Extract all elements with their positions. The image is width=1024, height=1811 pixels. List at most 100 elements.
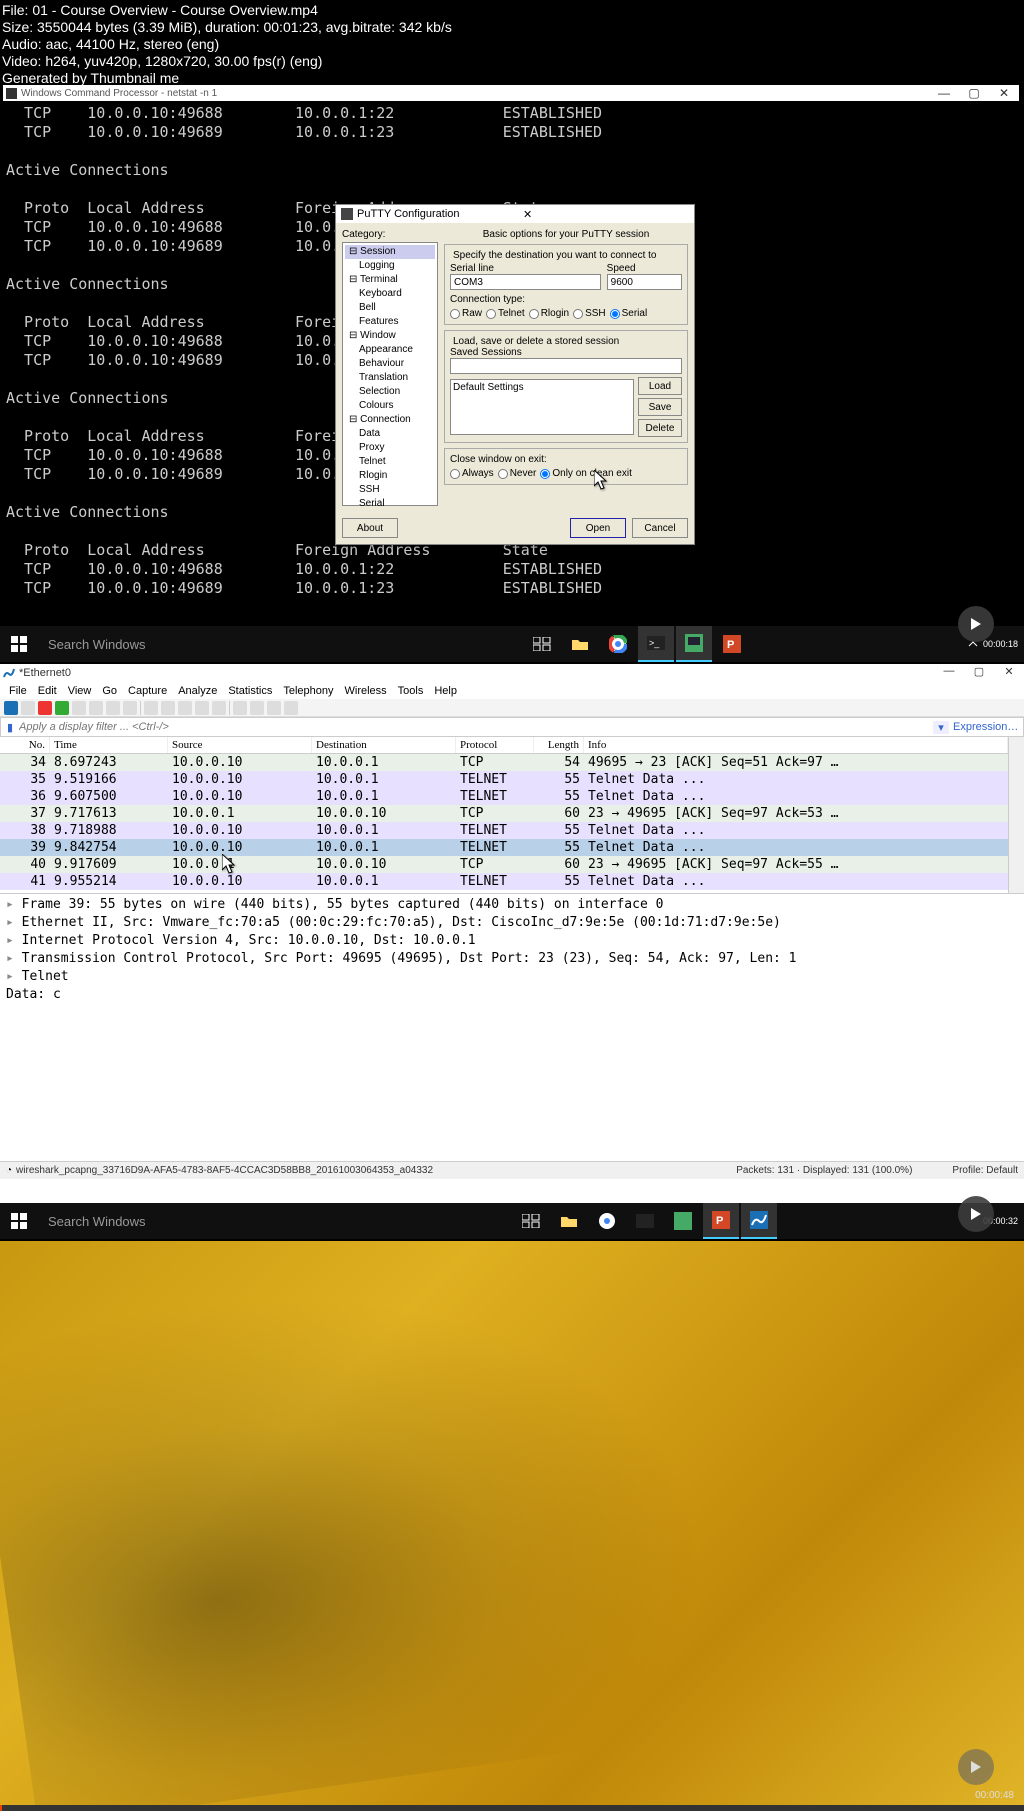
- detail-line[interactable]: ▸ Frame 39: 55 bytes on wire (440 bits),…: [6, 896, 1018, 914]
- cmd-taskbar-icon[interactable]: >_: [638, 626, 674, 662]
- toolbar-icon[interactable]: [161, 701, 175, 715]
- start-button[interactable]: [0, 626, 38, 662]
- chrome-icon[interactable]: [589, 1203, 625, 1239]
- close-opt-radio[interactable]: Always: [450, 468, 494, 479]
- packet-row[interactable]: 419.95521410.0.0.1010.0.0.1TELNET55Telne…: [0, 873, 1008, 890]
- toolbar-icon[interactable]: [89, 701, 103, 715]
- packet-list-header[interactable]: No.TimeSourceDestinationProtocolLengthIn…: [0, 737, 1008, 754]
- column-header[interactable]: Destination: [312, 737, 456, 753]
- toolbar-icon[interactable]: [38, 701, 52, 715]
- toolbar-icon[interactable]: [106, 701, 120, 715]
- tree-node[interactable]: Features: [345, 315, 435, 329]
- close-opt-radio[interactable]: Only on clean exit: [540, 468, 632, 479]
- minimize-button[interactable]: —: [934, 665, 964, 681]
- packet-row[interactable]: 399.84275410.0.0.1010.0.0.1TELNET55Telne…: [0, 839, 1008, 856]
- task-view-icon[interactable]: [513, 1203, 549, 1239]
- toolbar-icon[interactable]: [250, 701, 264, 715]
- menu-item[interactable]: File: [4, 685, 32, 697]
- video-play-badge[interactable]: [958, 1196, 994, 1232]
- tree-node[interactable]: Translation: [345, 371, 435, 385]
- toolbar-icon[interactable]: [178, 701, 192, 715]
- tree-node[interactable]: ⊟ Session: [345, 245, 435, 259]
- menu-item[interactable]: Analyze: [173, 685, 222, 697]
- sessions-list[interactable]: Default Settings: [450, 379, 634, 435]
- toolbar-icon[interactable]: [21, 701, 35, 715]
- file-explorer-icon[interactable]: [562, 626, 598, 662]
- menu-item[interactable]: Go: [97, 685, 122, 697]
- column-header[interactable]: Protocol: [456, 737, 534, 753]
- toolbar-icon[interactable]: [144, 701, 158, 715]
- putty-taskbar-icon[interactable]: [676, 626, 712, 662]
- tree-node[interactable]: Data: [345, 427, 435, 441]
- toolbar-icon[interactable]: [233, 701, 247, 715]
- start-button[interactable]: [0, 1203, 38, 1239]
- dialog-titlebar[interactable]: PuTTY Configuration ✕: [336, 205, 694, 223]
- detail-line[interactable]: ▸ Transmission Control Protocol, Src Por…: [6, 950, 1018, 968]
- column-header[interactable]: Info: [584, 737, 1008, 753]
- toolbar-icon[interactable]: [123, 701, 137, 715]
- packet-row[interactable]: 379.71761310.0.0.110.0.0.10TCP6023 → 496…: [0, 805, 1008, 822]
- tree-node[interactable]: Colours: [345, 399, 435, 413]
- menu-item[interactable]: Wireless: [340, 685, 392, 697]
- column-header[interactable]: Length: [534, 737, 584, 753]
- toolbar-icon[interactable]: [55, 701, 69, 715]
- taskbar-search[interactable]: Search Windows: [38, 626, 308, 662]
- taskbar-search[interactable]: Search Windows: [38, 1203, 308, 1239]
- tree-node[interactable]: Telnet: [345, 455, 435, 469]
- packet-row[interactable]: 369.60750010.0.0.1010.0.0.1TELNET55Telne…: [0, 788, 1008, 805]
- tree-node[interactable]: Appearance: [345, 343, 435, 357]
- packet-row[interactable]: 389.71898810.0.0.1010.0.0.1TELNET55Telne…: [0, 822, 1008, 839]
- chrome-icon[interactable]: [600, 626, 636, 662]
- status-profile[interactable]: Profile: Default: [952, 1165, 1018, 1176]
- toolbar-icon[interactable]: [267, 701, 281, 715]
- toolbar-icon[interactable]: [195, 701, 209, 715]
- tree-node[interactable]: Behaviour: [345, 357, 435, 371]
- close-icon[interactable]: ✕: [523, 208, 689, 221]
- conn-type-radio[interactable]: Telnet: [486, 308, 525, 319]
- close-button[interactable]: ✕: [994, 665, 1024, 681]
- filter-icon[interactable]: ▮: [1, 718, 19, 736]
- conn-type-radio[interactable]: Rlogin: [529, 308, 569, 319]
- menu-item[interactable]: Statistics: [223, 685, 277, 697]
- save-button[interactable]: Save: [638, 398, 682, 416]
- tree-node[interactable]: ⊟ Terminal: [345, 273, 435, 287]
- session-name-input[interactable]: [450, 358, 682, 374]
- filter-input[interactable]: [19, 721, 933, 733]
- detail-line[interactable]: ▸ Telnet: [6, 968, 1018, 986]
- column-header[interactable]: Source: [168, 737, 312, 753]
- tree-node[interactable]: Selection: [345, 385, 435, 399]
- tree-node[interactable]: Serial: [345, 497, 435, 511]
- putty-taskbar-icon[interactable]: [665, 1203, 701, 1239]
- menu-item[interactable]: Edit: [33, 685, 62, 697]
- toolbar-icon[interactable]: [4, 701, 18, 715]
- detail-line[interactable]: ▸ Internet Protocol Version 4, Src: 10.0…: [6, 932, 1018, 950]
- packet-row[interactable]: 359.51916610.0.0.1010.0.0.1TELNET55Telne…: [0, 771, 1008, 788]
- conn-type-radio[interactable]: Serial: [610, 308, 648, 319]
- toolbar-icon[interactable]: [212, 701, 226, 715]
- minimize-button[interactable]: —: [929, 86, 959, 101]
- file-explorer-icon[interactable]: [551, 1203, 587, 1239]
- menu-item[interactable]: Help: [429, 685, 462, 697]
- tree-node[interactable]: ⊟ Window: [345, 329, 435, 343]
- tree-node[interactable]: Logging: [345, 259, 435, 273]
- maximize-button[interactable]: ▢: [959, 86, 989, 101]
- packet-list-scrollbar[interactable]: [1008, 737, 1024, 893]
- video-progress-bar[interactable]: [0, 1805, 1024, 1811]
- menu-item[interactable]: View: [63, 685, 97, 697]
- cmd-taskbar-icon[interactable]: [627, 1203, 663, 1239]
- tree-node[interactable]: Proxy: [345, 441, 435, 455]
- wireshark-taskbar-icon[interactable]: [741, 1203, 777, 1239]
- category-tree[interactable]: ⊟ SessionLogging⊟ TerminalKeyboardBellFe…: [342, 242, 438, 506]
- column-header[interactable]: Time: [50, 737, 168, 753]
- close-button[interactable]: ✕: [989, 86, 1019, 101]
- column-header[interactable]: No.: [0, 737, 50, 753]
- tree-node[interactable]: Rlogin: [345, 469, 435, 483]
- powerpoint-icon[interactable]: P: [703, 1203, 739, 1239]
- about-button[interactable]: About: [342, 518, 398, 538]
- task-view-icon[interactable]: [524, 626, 560, 662]
- video-play-badge[interactable]: [958, 1749, 994, 1785]
- menu-item[interactable]: Telephony: [278, 685, 338, 697]
- cancel-button[interactable]: Cancel: [632, 518, 688, 538]
- detail-line[interactable]: ▸ Ethernet II, Src: Vmware_fc:70:a5 (00:…: [6, 914, 1018, 932]
- open-button[interactable]: Open: [570, 518, 626, 538]
